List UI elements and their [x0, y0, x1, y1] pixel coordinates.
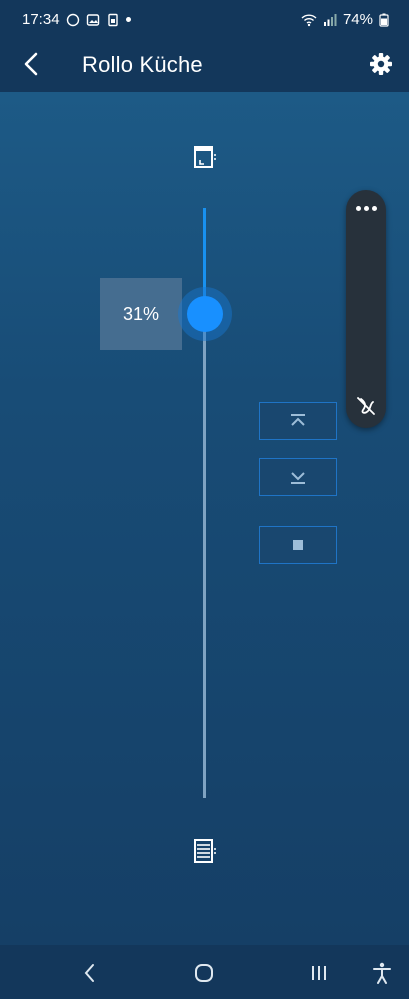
battery-icon: [379, 13, 389, 27]
status-time: 17:34: [22, 11, 60, 28]
hide-panel-icon[interactable]: [354, 394, 378, 418]
wifi-icon: [301, 13, 317, 26]
position-slider-thumb[interactable]: [178, 287, 232, 342]
gallery-icon: [86, 13, 99, 26]
floating-panel: [346, 190, 386, 428]
nav-home-icon[interactable]: [190, 959, 218, 987]
stop-button[interactable]: [259, 526, 337, 564]
close-button[interactable]: [259, 458, 337, 496]
system-nav-bar: [0, 945, 409, 999]
whatsapp-icon: [66, 13, 79, 26]
page-title: Rollo Küche: [82, 52, 203, 77]
open-button[interactable]: [259, 402, 337, 440]
battery-text: 74%: [342, 11, 373, 28]
sim-icon: [107, 13, 118, 26]
notification-dot: [125, 17, 131, 22]
close-down-icon: [291, 472, 305, 484]
shutter-closed-icon: [194, 839, 216, 863]
status-bar: 17:34 74%: [0, 0, 409, 40]
nav-back-icon[interactable]: [76, 959, 104, 987]
status-right: 74%: [301, 11, 389, 28]
more-dots-icon[interactable]: [352, 198, 380, 218]
window-open-icon: [194, 146, 216, 168]
slider-thumb-knob[interactable]: [187, 296, 223, 333]
nav-recents-icon[interactable]: [305, 959, 333, 987]
shutter-control-area: 31%: [0, 92, 409, 945]
back-icon[interactable]: [18, 50, 46, 78]
gear-icon[interactable]: [367, 50, 395, 78]
open-up-icon: [291, 414, 305, 426]
status-left: 17:34: [22, 11, 131, 28]
signal-icon: [323, 13, 337, 26]
accessibility-icon[interactable]: [368, 959, 396, 987]
stop-icon: [293, 540, 303, 550]
position-percent-label: 31%: [100, 278, 182, 351]
app-bar: Rollo Küche: [0, 40, 409, 92]
